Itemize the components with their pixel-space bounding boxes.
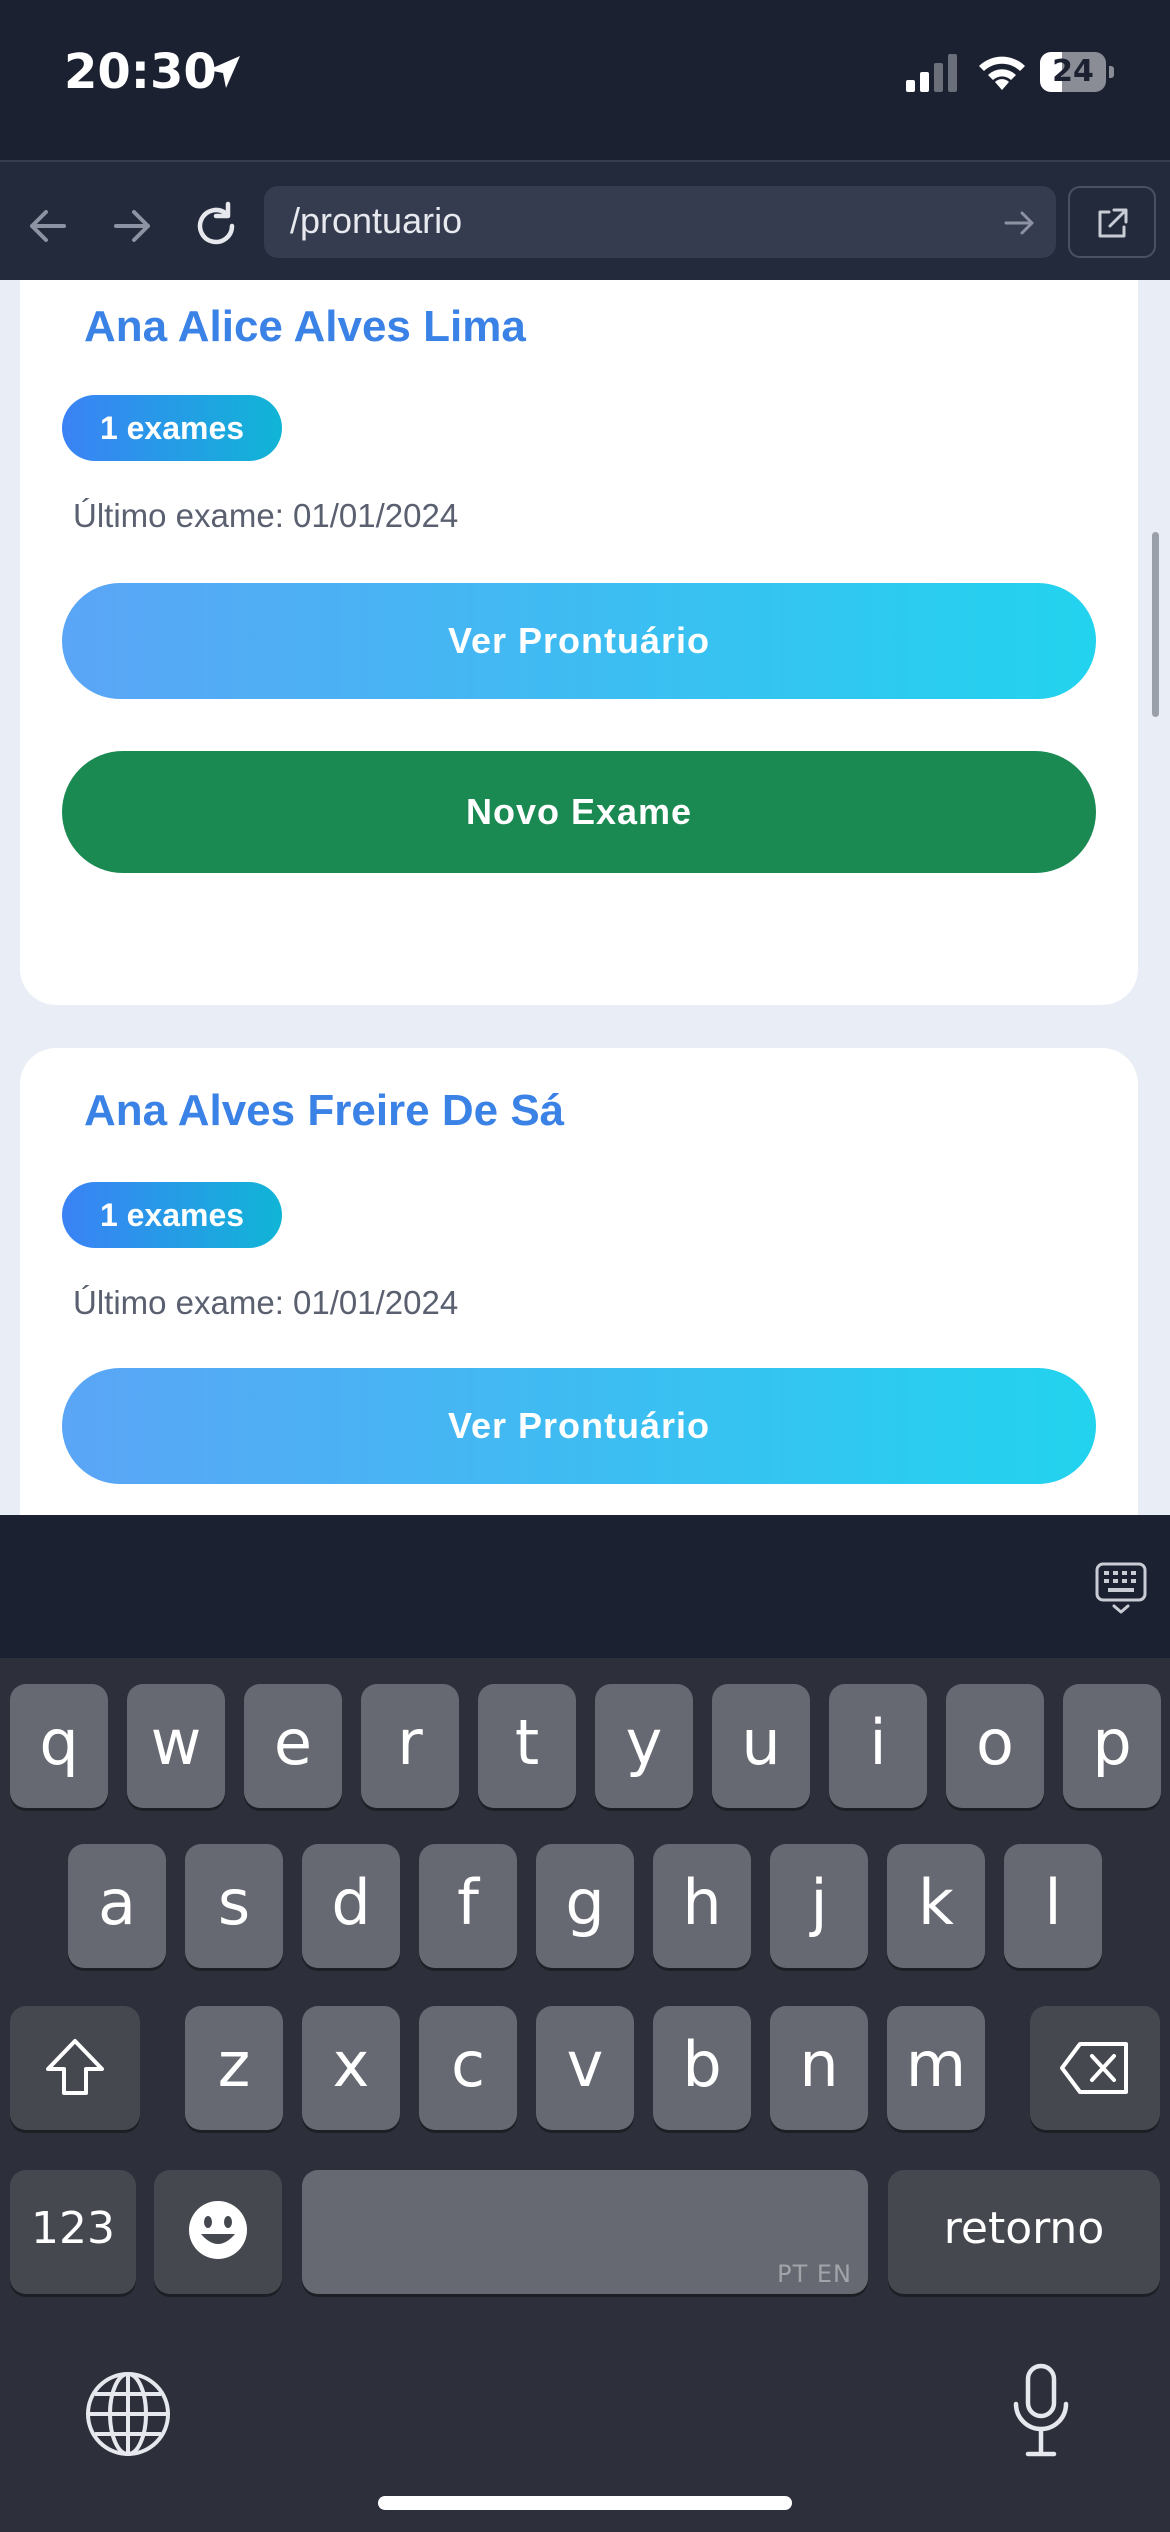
emoji-key[interactable] (154, 2170, 282, 2294)
status-bar: 20:30 24 (0, 0, 1170, 160)
key-m[interactable]: m (887, 2006, 985, 2130)
space-languages: PT EN (777, 2260, 852, 2288)
last-exam-date: Último exame: 01/01/2024 (73, 1284, 459, 1321)
home-indicator (378, 2496, 792, 2510)
location-arrow-icon (208, 56, 240, 88)
microphone-icon[interactable] (1010, 2362, 1072, 2462)
key-o[interactable]: o (946, 1684, 1044, 1808)
view-record-button[interactable]: Ver Prontuário (62, 1368, 1096, 1484)
key-b[interactable]: b (653, 2006, 751, 2130)
key-v[interactable]: v (536, 2006, 634, 2130)
key-x[interactable]: x (302, 2006, 400, 2130)
backspace-icon (1060, 2042, 1128, 2094)
delete-key[interactable] (1030, 2006, 1160, 2130)
patient-card: Ana Alves Freire De Sá 1 exames Último e… (20, 1048, 1138, 1515)
reload-icon[interactable] (188, 198, 244, 254)
numbers-key[interactable]: 123 (10, 2170, 136, 2294)
open-external-button[interactable] (1068, 186, 1156, 258)
key-j[interactable]: j (770, 1844, 868, 1968)
key-n[interactable]: n (770, 2006, 868, 2130)
view-record-button[interactable]: Ver Prontuário (62, 583, 1096, 699)
shift-key[interactable] (10, 2006, 140, 2130)
url-text: /prontuario (290, 200, 463, 241)
key-u[interactable]: u (712, 1684, 810, 1808)
key-f[interactable]: f (419, 1844, 517, 1968)
key-y[interactable]: y (595, 1684, 693, 1808)
space-key[interactable]: PT EN (302, 2170, 868, 2294)
key-l[interactable]: l (1004, 1844, 1102, 1968)
key-z[interactable]: z (185, 2006, 283, 2130)
external-link-icon (1098, 208, 1128, 238)
globe-icon[interactable] (82, 2368, 174, 2460)
key-p[interactable]: p (1063, 1684, 1161, 1808)
patient-card: Ana Alice Alves Lima 1 exames Último exa… (20, 280, 1138, 1005)
exam-count-badge: 1 exames (62, 1182, 282, 1248)
emoji-icon (189, 2201, 247, 2259)
key-q[interactable]: q (10, 1684, 108, 1808)
cellular-signal-icon (906, 54, 957, 92)
key-t[interactable]: t (478, 1684, 576, 1808)
patient-name[interactable]: Ana Alice Alves Lima (84, 302, 526, 352)
forward-arrow-icon[interactable] (104, 198, 160, 254)
scrollbar[interactable] (1152, 532, 1159, 717)
wifi-icon (979, 56, 1025, 90)
exam-count-badge: 1 exames (62, 395, 282, 461)
new-exam-button[interactable]: Novo Exame (62, 751, 1096, 873)
key-e[interactable]: e (244, 1684, 342, 1808)
last-exam-date: Último exame: 01/01/2024 (73, 497, 459, 534)
url-bar[interactable]: /prontuario (264, 186, 1056, 258)
key-i[interactable]: i (829, 1684, 927, 1808)
key-k[interactable]: k (887, 1844, 985, 1968)
key-d[interactable]: d (302, 1844, 400, 1968)
key-r[interactable]: r (361, 1684, 459, 1808)
status-time: 20:30 (64, 44, 217, 100)
key-w[interactable]: w (127, 1684, 225, 1808)
keyboard-accessory-bar (0, 1515, 1170, 1658)
key-h[interactable]: h (653, 1844, 751, 1968)
key-c[interactable]: c (419, 2006, 517, 2130)
key-s[interactable]: s (185, 1844, 283, 1968)
browser-toolbar: /prontuario (0, 160, 1170, 282)
battery-level: 24 (1052, 54, 1094, 89)
battery-indicator: 24 (1040, 52, 1114, 92)
patient-name[interactable]: Ana Alves Freire De Sá (84, 1086, 564, 1136)
keyboard-dismiss-icon[interactable] (1094, 1561, 1148, 1617)
back-arrow-icon[interactable] (20, 198, 76, 254)
patient-list[interactable]: Ana Alice Alves Lima 1 exames Último exa… (0, 280, 1170, 1515)
shift-arrow-icon (46, 2039, 104, 2095)
key-g[interactable]: g (536, 1844, 634, 1968)
keyboard: qwertyuiop asdfghjkl zxcvbnm 123 PT EN r… (0, 1658, 1170, 2532)
key-a[interactable]: a (68, 1844, 166, 1968)
return-key[interactable]: retorno (888, 2170, 1160, 2294)
go-arrow-icon[interactable] (1002, 206, 1036, 240)
